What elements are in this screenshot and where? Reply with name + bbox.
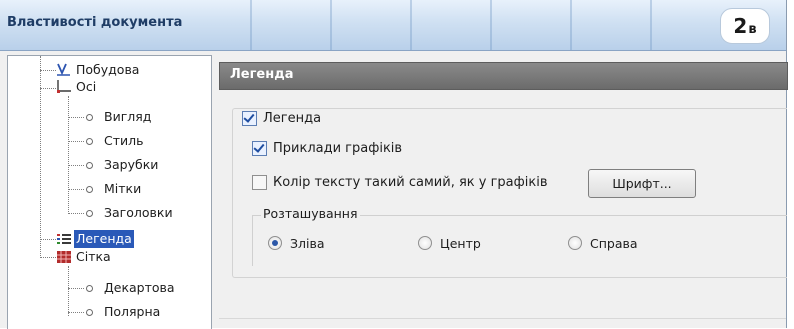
radio-right[interactable] — [568, 236, 582, 250]
titlebar-stripe — [330, 0, 332, 50]
tree-connector — [40, 257, 56, 258]
samples-checkbox-label: Приклади графіків — [273, 140, 403, 156]
legend-settings-panel: Легенда Легенда Приклади графіків Колір … — [219, 62, 788, 328]
tree-connector — [40, 70, 56, 71]
tree-item-labels[interactable]: Мітки — [102, 180, 143, 198]
radio-center[interactable] — [418, 236, 432, 250]
node-circle-icon — [86, 186, 93, 193]
tree-connector — [40, 239, 56, 240]
tree-item-cartesian[interactable]: Декартова — [102, 279, 177, 297]
titlebar-stripe — [410, 0, 412, 50]
document-properties-window: Властивості документа 2 в Побудова Осі В… — [0, 0, 788, 329]
axes-icon — [56, 79, 72, 93]
tree-item-view[interactable]: Вигляд — [102, 108, 153, 126]
figure-badge: 2 в — [720, 8, 770, 44]
panel-title: Легенда — [230, 67, 294, 82]
samples-checkbox[interactable] — [252, 140, 267, 156]
titlebar-stripe — [650, 0, 652, 50]
tree-item-headings[interactable]: Заголовки — [102, 204, 175, 222]
font-button[interactable]: Шрифт... — [588, 169, 696, 198]
node-circle-icon — [86, 210, 93, 217]
text-color-checkbox[interactable] — [252, 174, 267, 190]
tree-item-grid[interactable]: Сітка — [74, 248, 113, 266]
legend-checkbox-label: Легенда — [263, 110, 322, 126]
tree-connector — [68, 213, 84, 214]
node-circle-icon — [86, 309, 93, 316]
tree-item-style[interactable]: Стиль — [102, 132, 146, 150]
tree-item-build[interactable]: Побудова — [74, 61, 141, 79]
position-fieldset — [252, 215, 787, 266]
tree-connector — [68, 165, 84, 166]
tree-connector — [68, 141, 84, 142]
title-bar[interactable]: Властивості документа 2 в — [0, 0, 786, 51]
tree-connector — [68, 288, 84, 289]
radio-center-label: Центр — [440, 235, 481, 251]
tree-connector — [68, 189, 84, 190]
radio-left-label: Зліва — [290, 235, 325, 251]
position-label: Розташування — [261, 206, 360, 221]
tree-connector — [68, 96, 69, 214]
node-circle-icon — [86, 114, 93, 121]
tree-item-axes[interactable]: Осі — [74, 78, 98, 96]
tree-connector — [40, 56, 41, 256]
samples-checkbox-row[interactable]: Приклади графіків — [252, 138, 402, 158]
tree-item-polar[interactable]: Полярна — [102, 303, 162, 321]
grid-icon — [56, 250, 72, 264]
titlebar-stripe — [250, 0, 252, 50]
tree-connector — [68, 117, 84, 118]
legend-list-icon — [56, 232, 72, 246]
legend-checkbox-row[interactable]: Легенда — [242, 108, 321, 128]
node-circle-icon — [86, 138, 93, 145]
radio-center-row[interactable]: Центр — [418, 233, 481, 253]
node-circle-icon — [86, 285, 93, 292]
settings-tree[interactable]: Побудова Осі Вигляд Стиль Зарубки Мітки — [7, 55, 212, 329]
tree-connector — [40, 88, 56, 89]
text-color-checkbox-row[interactable]: Колір тексту такий самий, як у графіків — [252, 172, 548, 192]
window-title: Властивості документа — [7, 15, 183, 30]
radio-right-row[interactable]: Справа — [568, 233, 638, 253]
panel-bottom-divider — [219, 318, 786, 319]
radio-right-label: Справа — [590, 235, 638, 251]
radio-left[interactable] — [268, 236, 282, 250]
tree-connector — [68, 312, 84, 313]
text-color-checkbox-label: Колір тексту такий самий, як у графіків — [273, 174, 548, 190]
tree-item-ticks[interactable]: Зарубки — [102, 156, 160, 174]
radio-left-row[interactable]: Зліва — [268, 233, 325, 253]
node-circle-icon — [86, 162, 93, 169]
titlebar-stripe — [490, 0, 492, 50]
badge-letter: в — [748, 22, 757, 37]
badge-number: 2 — [733, 14, 748, 38]
legend-checkbox[interactable] — [242, 110, 257, 126]
chart-line-icon — [56, 62, 72, 76]
titlebar-stripe — [570, 0, 572, 50]
tree-connector — [68, 266, 69, 316]
panel-header: Легенда — [219, 62, 788, 90]
tree-item-legend[interactable]: Легенда — [74, 230, 134, 248]
